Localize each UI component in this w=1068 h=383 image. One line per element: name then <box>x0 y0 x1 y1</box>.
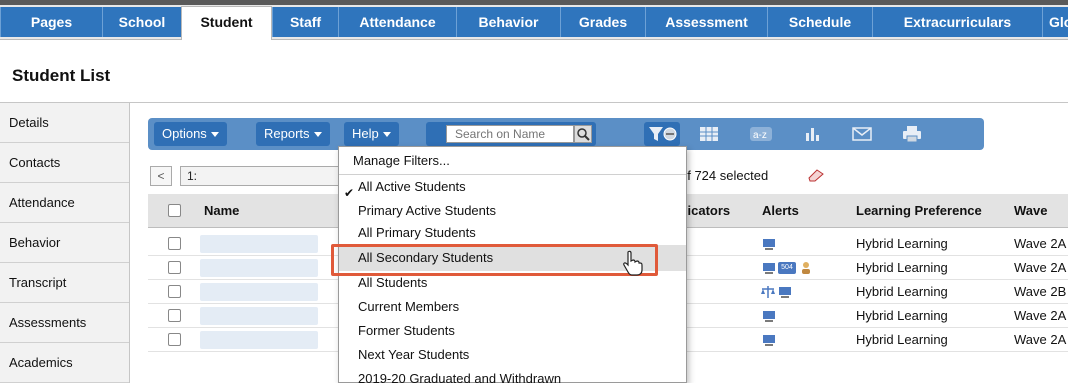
sidebar-item-details[interactable]: Details <box>0 103 129 143</box>
tab-grades[interactable]: Grades <box>560 7 645 37</box>
menu-item-all-primary-students[interactable]: All Primary Students <box>339 221 686 245</box>
learning-preference-cell: Hybrid Learning <box>856 308 948 323</box>
hand-cursor-icon <box>623 250 643 276</box>
options-button[interactable]: Options <box>154 122 227 146</box>
help-button[interactable]: Help <box>344 122 399 146</box>
tab-extracurriculars[interactable]: Extracurriculars <box>872 7 1042 37</box>
redacted-name <box>200 331 318 349</box>
sort-az-icon: a-z <box>750 127 772 141</box>
learning-preference-cell: Hybrid Learning <box>856 236 948 251</box>
reports-label: Reports <box>264 126 310 141</box>
tab-behavior[interactable]: Behavior <box>456 7 560 37</box>
column-name[interactable]: Name <box>204 194 239 228</box>
bar-chart-icon <box>806 128 819 141</box>
app-window: Pages School Student Staff Attendance Be… <box>0 0 1068 383</box>
sidebar-item-assessments[interactable]: Assessments <box>0 303 129 343</box>
reports-button[interactable]: Reports <box>256 122 330 146</box>
column-wave[interactable]: Wave <box>1014 194 1047 228</box>
row-checkbox[interactable] <box>168 285 181 298</box>
sort-button[interactable]: a-z <box>749 124 773 144</box>
sidebar: Details Contacts Attendance Behavior Tra… <box>0 103 130 383</box>
grid-icon <box>700 127 718 141</box>
menu-item-manage-filters[interactable]: Manage Filters... <box>339 149 686 173</box>
alert-monitor-icon[interactable] <box>762 238 776 250</box>
sidebar-item-behavior[interactable]: Behavior <box>0 223 129 263</box>
menu-item-graduated-withdrawn[interactable]: 2019-20 Graduated and Withdrawn <box>339 367 686 383</box>
column-alerts[interactable]: Alerts <box>762 194 799 228</box>
pager-range-input[interactable] <box>180 166 340 186</box>
filter-icon <box>649 127 677 141</box>
sidebar-item-attendance[interactable]: Attendance <box>0 183 129 223</box>
top-nav-bar: Pages School Student Staff Attendance Be… <box>0 0 1068 40</box>
selected-count: of 724 selected <box>680 168 769 183</box>
tab-schedule[interactable]: Schedule <box>767 7 872 37</box>
learning-preference-cell: Hybrid Learning <box>856 284 948 299</box>
tab-assessment[interactable]: Assessment <box>645 7 767 37</box>
wave-cell: Wave 2A <box>1014 308 1067 323</box>
row-checkbox[interactable] <box>168 333 181 346</box>
search-icon <box>577 128 590 141</box>
wave-cell: Wave 2A <box>1014 236 1067 251</box>
wave-cell: Wave 2B <box>1014 284 1067 299</box>
print-button[interactable] <box>900 124 924 144</box>
menu-item-primary-active-students[interactable]: Primary Active Students <box>339 199 686 223</box>
tab-staff[interactable]: Staff <box>272 7 338 37</box>
row-checkbox[interactable] <box>168 261 181 274</box>
alert-monitor-icon[interactable] <box>762 310 776 322</box>
tab-school[interactable]: School <box>102 7 181 37</box>
learning-preference-cell: Hybrid Learning <box>856 260 948 275</box>
legal-scale-icon[interactable] <box>760 285 776 299</box>
redacted-name <box>200 235 318 253</box>
chevron-down-icon <box>382 132 391 138</box>
grid-view-button[interactable] <box>697 124 721 144</box>
learning-preference-cell: Hybrid Learning <box>856 332 948 347</box>
print-icon <box>903 126 921 143</box>
menu-item-next-year-students[interactable]: Next Year Students <box>339 343 686 367</box>
chevron-down-icon <box>210 132 219 138</box>
sidebar-item-contacts[interactable]: Contacts <box>0 143 129 183</box>
pager-prev-button[interactable]: < <box>150 166 172 186</box>
tab-attendance[interactable]: Attendance <box>338 7 456 37</box>
column-learning-preference[interactable]: Learning Preference <box>856 194 982 228</box>
filter-button[interactable] <box>644 122 680 146</box>
chevron-down-icon <box>313 132 322 138</box>
select-all-checkbox[interactable] <box>168 204 181 217</box>
wave-cell: Wave 2A <box>1014 260 1067 275</box>
mail-button[interactable] <box>850 124 874 144</box>
alert-monitor-icon[interactable] <box>762 262 776 274</box>
eraser-icon[interactable] <box>807 168 825 182</box>
redacted-name <box>200 259 318 277</box>
tab-pages[interactable]: Pages <box>0 7 102 37</box>
sidebar-item-transcript[interactable]: Transcript <box>0 263 129 303</box>
sidebar-item-academics[interactable]: Academics <box>0 343 129 383</box>
search-input[interactable] <box>446 125 574 143</box>
menu-item-all-active-students[interactable]: All Active Students <box>339 175 686 199</box>
highlight-annotation <box>331 244 658 276</box>
row-checkbox[interactable] <box>168 309 181 322</box>
person-icon[interactable] <box>800 261 812 275</box>
row-checkbox[interactable] <box>168 237 181 250</box>
mail-icon <box>852 127 872 141</box>
page-title: Student List <box>12 66 111 85</box>
tab-global[interactable]: Glo <box>1042 7 1068 37</box>
redacted-name <box>200 307 318 325</box>
help-label: Help <box>352 126 379 141</box>
menu-item-current-members[interactable]: Current Members <box>339 295 686 319</box>
redacted-name <box>200 283 318 301</box>
svg-text:a-z: a-z <box>753 130 767 141</box>
options-label: Options <box>162 126 207 141</box>
search-button[interactable] <box>574 125 592 143</box>
504-plan-icon[interactable]: 504 <box>778 262 796 274</box>
search-container <box>426 122 596 146</box>
chart-button[interactable] <box>800 124 824 144</box>
tab-student[interactable]: Student <box>181 6 272 40</box>
alert-monitor-icon[interactable] <box>778 286 792 298</box>
menu-item-former-students[interactable]: Former Students <box>339 319 686 343</box>
wave-cell: Wave 2A <box>1014 332 1067 347</box>
top-strip <box>0 0 1068 5</box>
alert-monitor-icon[interactable] <box>762 334 776 346</box>
title-divider <box>0 102 1068 103</box>
